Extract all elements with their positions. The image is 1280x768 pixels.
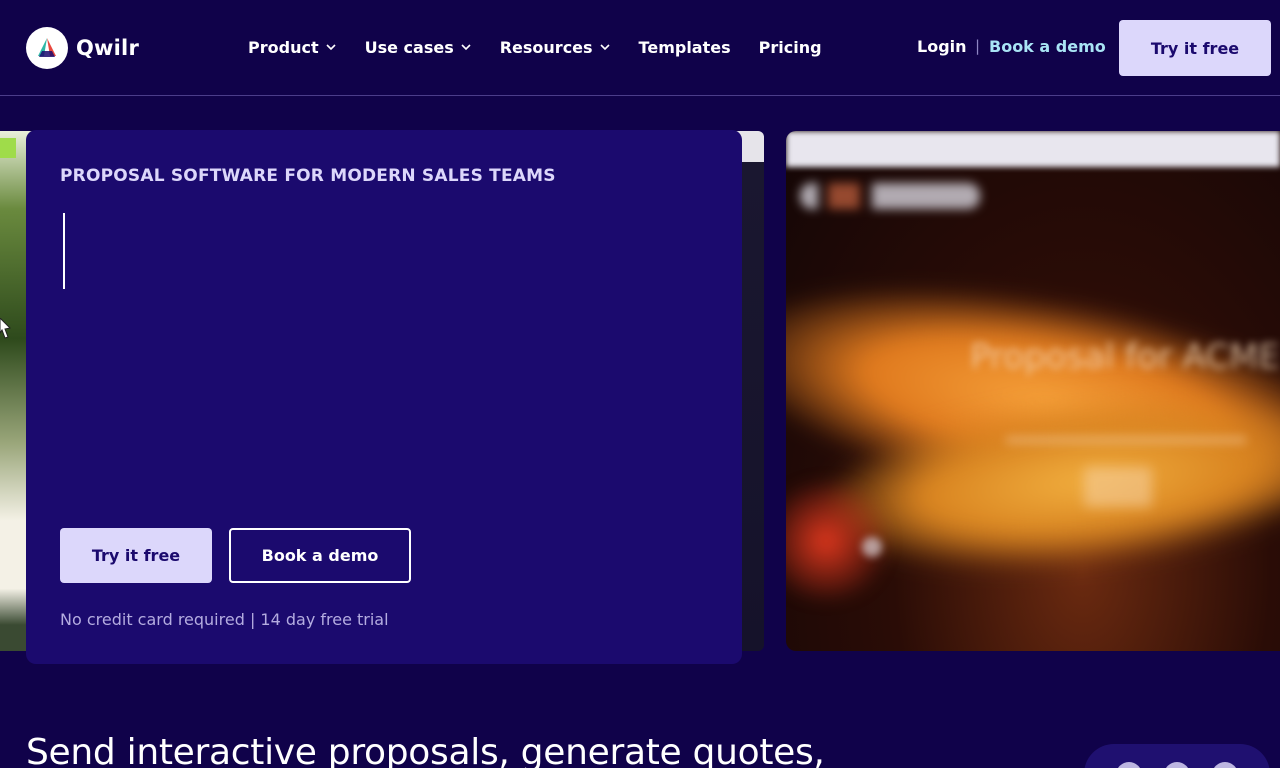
preview-subtitle-line <box>1006 437 1246 443</box>
preview-dot <box>862 537 882 557</box>
nav-item-pricing[interactable]: Pricing <box>759 36 822 58</box>
carousel-controls <box>1084 744 1270 768</box>
nav-item-templates[interactable]: Templates <box>639 36 731 58</box>
hero-eyebrow: PROPOSAL SOFTWARE FOR MODERN SALES TEAMS <box>60 166 556 186</box>
nav-item-label: Product <box>248 37 319 57</box>
site-header: Qwilr Product Use cases Resources Templa… <box>0 0 1280 96</box>
qwilr-logo-icon <box>26 27 68 69</box>
mouse-cursor-icon <box>0 318 12 339</box>
try-free-button[interactable]: Try it free <box>1119 20 1271 76</box>
typing-caret <box>63 213 65 289</box>
proposal-preview: Proposal for ACME <box>786 131 1280 651</box>
hero-book-demo-button[interactable]: Book a demo <box>229 528 411 583</box>
preview-toolbar <box>800 183 980 209</box>
carousel-dot[interactable] <box>1164 762 1190 768</box>
section-headline: Send interactive proposals, generate quo… <box>26 732 825 768</box>
nav-item-label: Templates <box>638 37 731 57</box>
nav-item-label: Resources <box>499 37 593 57</box>
preview-browser-bar <box>786 131 1280 167</box>
nav-item-label: Pricing <box>758 37 822 57</box>
login-link[interactable]: Login <box>917 37 967 56</box>
carousel-dot[interactable] <box>1212 762 1238 768</box>
preview-button <box>1084 467 1152 507</box>
logo[interactable]: Qwilr <box>26 27 139 69</box>
page: Qwilr Product Use cases Resources Templa… <box>0 0 1280 768</box>
chevron-down-icon <box>461 44 471 51</box>
slide-tag <box>0 138 16 158</box>
brand-name: Qwilr <box>76 36 140 60</box>
hero-card: PROPOSAL SOFTWARE FOR MODERN SALES TEAMS… <box>26 130 742 664</box>
main-nav: Product Use cases Resources Templates Pr… <box>248 36 850 58</box>
nav-item-resources[interactable]: Resources <box>500 36 611 58</box>
nav-separator: | <box>975 37 981 55</box>
nav-item-product[interactable]: Product <box>248 36 337 58</box>
chevron-down-icon <box>599 44 610 51</box>
book-demo-link[interactable]: Book a demo <box>989 37 1106 56</box>
nav-item-label: Use cases <box>364 37 454 57</box>
preview-title: Proposal for ACME <box>970 337 1280 377</box>
nav-item-use-cases[interactable]: Use cases <box>365 36 472 58</box>
hero-try-free-button[interactable]: Try it free <box>60 528 212 583</box>
chevron-down-icon <box>326 44 336 51</box>
hero-trial-note: No credit card required | 14 day free tr… <box>60 610 389 629</box>
carousel-dot[interactable] <box>1116 762 1142 768</box>
